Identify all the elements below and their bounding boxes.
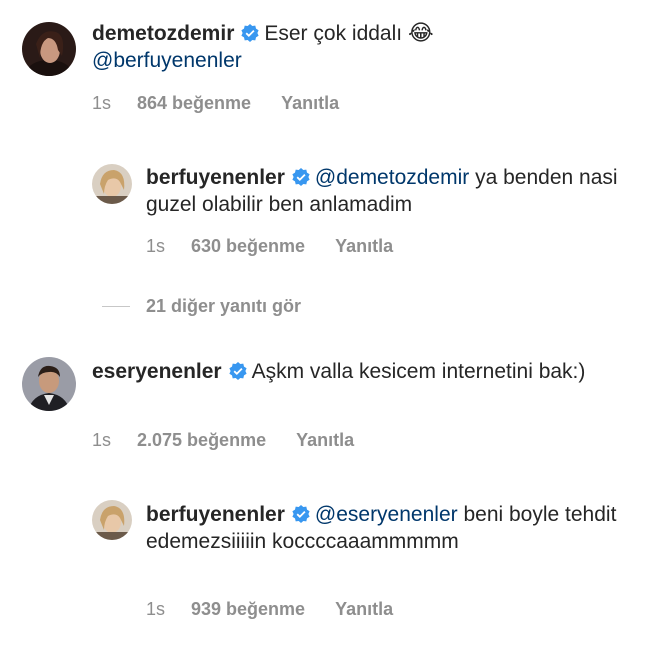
comment-text: berfuyenenler @eseryenenler beni boyle te… [146,501,620,555]
reply-button[interactable]: Yanıtla [335,599,393,619]
mention-link[interactable]: @demetozdemir [315,166,469,189]
username[interactable]: eseryenenler [92,360,222,383]
verified-badge-icon [291,504,311,524]
timestamp: 1s [92,93,112,113]
timestamp: 1s [92,430,112,450]
comment-meta: 1s 864 beğenme Yanıtla [92,93,339,114]
view-more-replies-label: 21 diğer yanıtı gör [146,296,302,316]
timestamp: 1s [146,599,166,619]
username[interactable]: berfuyenenler [146,503,285,526]
verified-badge-icon [228,361,248,381]
avatar[interactable] [22,22,76,76]
mention-link[interactable]: @eseryenenler [315,503,458,526]
view-more-replies-button[interactable]: 21 diğer yanıtı gör [102,296,301,317]
verified-badge-icon [240,23,260,43]
like-count[interactable]: 939 beğenme [191,599,305,619]
comment-meta: 1s 939 beğenme Yanıtla [146,599,393,620]
like-count[interactable]: 630 beğenme [191,236,305,256]
comment-meta: 1s 630 beğenme Yanıtla [146,236,393,257]
comment-body: Aşkm valla kesicem internetini bak:) [251,360,586,383]
reply-button[interactable]: Yanıtla [296,430,354,450]
avatar[interactable] [92,164,132,204]
comment-meta: 1s 2.075 beğenme Yanıtla [92,430,354,451]
reply-button[interactable]: Yanıtla [335,236,393,256]
like-count[interactable]: 2.075 beğenme [137,430,266,450]
avatar[interactable] [22,357,76,411]
comment-text: eseryenenler Aşkm valla kesicem interneti… [92,358,620,385]
mention-link[interactable]: @berfuyenenler [92,49,242,72]
comment-text: demetozdemir Eser çok iddalı 😂 @berfuyenen… [92,20,620,74]
username[interactable]: berfuyenenler [146,166,285,189]
reply-button[interactable]: Yanıtla [281,93,339,113]
timestamp: 1s [146,236,166,256]
username[interactable]: demetozdemir [92,22,234,45]
like-count[interactable]: 864 beğenme [137,93,251,113]
verified-badge-icon [291,167,311,187]
comment-text: berfuyenenler @demetozdemir ya benden nas… [146,164,620,218]
avatar[interactable] [92,500,132,540]
divider-line [102,306,130,307]
comment-body: Eser çok iddalı [264,22,408,45]
laughing-emoji-icon: 😂 [407,21,434,46]
